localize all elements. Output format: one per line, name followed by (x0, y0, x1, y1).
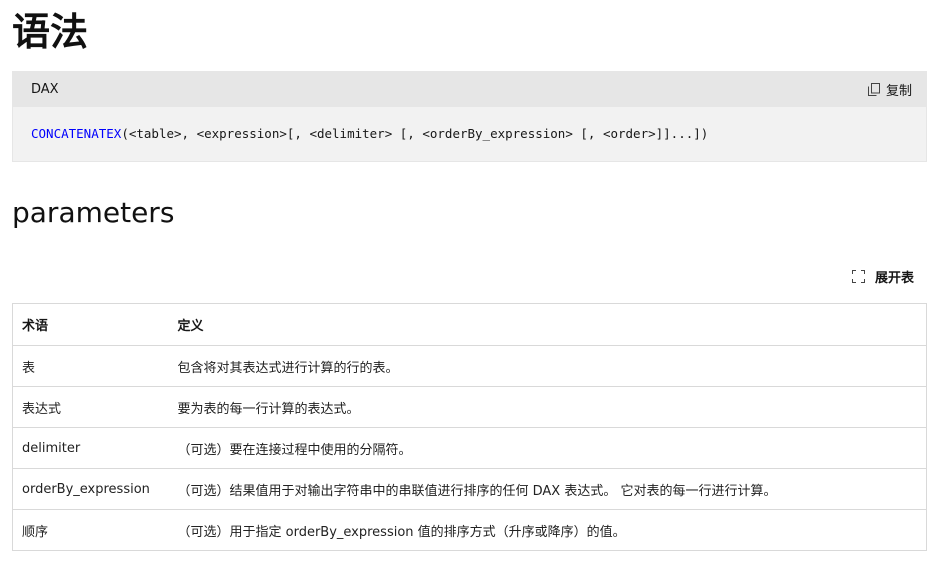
code-block: DAX 复制 CONCATENATEX(<table>, <expression… (12, 71, 927, 162)
table-row: 表 包含将对其表达式进行计算的行的表。 (12, 345, 927, 387)
parameters-table: 术语 定义 表 包含将对其表达式进行计算的行的表。 表达式 要为表的每一行计算的… (12, 303, 927, 551)
code-language-label: DAX (31, 82, 59, 97)
table-header-row: 术语 定义 (12, 303, 927, 346)
code-line: CONCATENATEX(<table>, <expression>[, <de… (31, 126, 708, 141)
definition-cell: （可选）要在连接过程中使用的分隔符。 (168, 427, 927, 469)
table-row: orderBy_expression （可选）结果值用于对输出字符串中的串联值进… (12, 468, 927, 510)
expand-table-button[interactable]: 展开表 (851, 267, 914, 286)
term-cell: delimiter (12, 427, 169, 469)
term-cell: 表达式 (12, 386, 169, 428)
column-header-definition: 定义 (168, 303, 927, 346)
term-cell: orderBy_expression (12, 468, 169, 510)
column-header-term: 术语 (12, 303, 169, 346)
table-row: delimiter （可选）要在连接过程中使用的分隔符。 (12, 427, 927, 469)
documentation-page: 语法 DAX 复制 CONCATENATEX(<table>, <express… (0, 0, 940, 563)
copy-icon (867, 83, 880, 96)
definition-cell: 包含将对其表达式进行计算的行的表。 (168, 345, 927, 387)
code-function-name: CONCATENATEX (31, 126, 122, 141)
term-cell: 顺序 (12, 509, 169, 551)
table-row: 表达式 要为表的每一行计算的表达式。 (12, 386, 927, 428)
code-arguments: (<table>, <expression>[, <delimiter> [, … (121, 126, 709, 141)
term-cell: 表 (12, 345, 169, 387)
definition-cell: （可选）结果值用于对输出字符串中的串联值进行排序的任何 DAX 表达式。 它对表… (168, 468, 927, 510)
copy-button[interactable]: 复制 (867, 80, 912, 99)
table-row: 顺序 （可选）用于指定 orderBy_expression 值的排序方式（升序… (12, 509, 927, 551)
expand-icon (851, 270, 865, 283)
definition-cell: 要为表的每一行计算的表达式。 (168, 386, 927, 428)
copy-button-label: 复制 (885, 84, 912, 99)
code-header: DAX 复制 (13, 72, 926, 107)
definition-cell: （可选）用于指定 orderBy_expression 值的排序方式（升序或降序… (168, 509, 927, 551)
syntax-heading: 语法 (12, 10, 89, 54)
parameters-heading: parameters (12, 196, 175, 229)
expand-table-label: 展开表 (874, 271, 914, 286)
